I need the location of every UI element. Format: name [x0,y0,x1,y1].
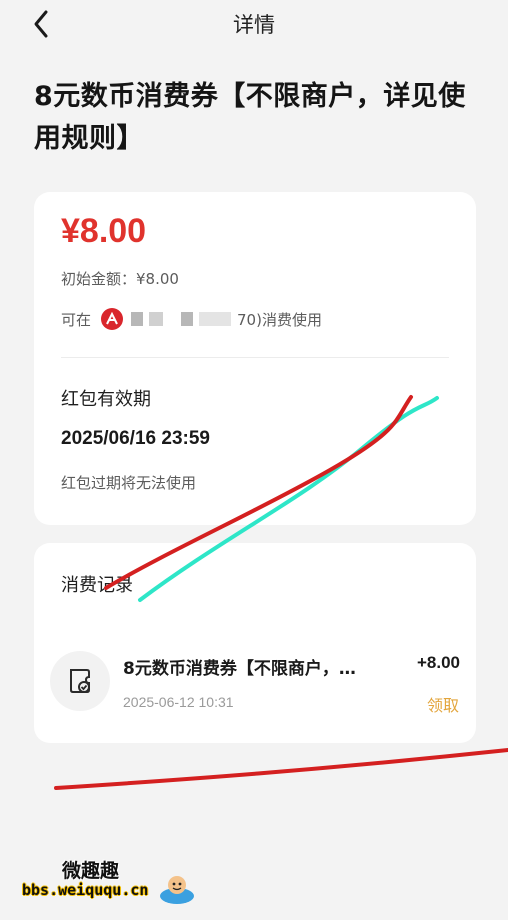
validity-date: 2025/06/16 23:59 [61,428,210,449]
record-name: 8元数币消费券【不限商户，… [123,659,356,679]
redacted-merchant-name [199,312,232,326]
usable-merchant-line: 可在 70)消费使用 [61,308,322,330]
records-card: 消费记录 8元数币消费券【不限商户，… +8.00 2025-06-12 10:… [34,543,476,743]
usable-suffix: 70)消费使用 [237,310,322,329]
red-underline-scribble [54,748,508,790]
divider [61,357,449,358]
validity-note: 红包过期将无法使用 [61,474,197,492]
voucher-check-icon [50,651,110,711]
record-time: 2025-06-12 10:31 [123,694,234,710]
watermark-url: bbs.weiququ.cn [22,881,149,899]
voucher-card: ¥8.00 初始金额：¥8.00 可在 70)消费使用 红包有效期 2025/0… [34,192,476,525]
redacted-merchant-name [181,312,194,326]
usable-prefix: 可在 [61,310,92,329]
record-status: 领取 [426,696,459,715]
mascot-icon [160,876,194,904]
initial-amount: 初始金额：¥8.00 [61,270,179,288]
nav-title: 详情 [233,13,275,37]
navigation-bar: 详情 [0,0,508,46]
redacted-merchant-name [131,312,144,326]
page-title: 8元数币消费券【不限商户，详见使用规则】 [34,81,466,154]
redacted-merchant-name [149,312,164,326]
validity-label: 红包有效期 [61,389,151,410]
voucher-amount: ¥8.00 [61,212,147,250]
watermark-logo: 微趣趣 bbs.weiququ.cn [18,850,208,910]
merchant-logo-icon [101,308,124,330]
record-amount: +8.00 [416,653,460,672]
records-label: 消费记录 [61,575,133,596]
watermark-brand: 微趣趣 [62,860,120,882]
